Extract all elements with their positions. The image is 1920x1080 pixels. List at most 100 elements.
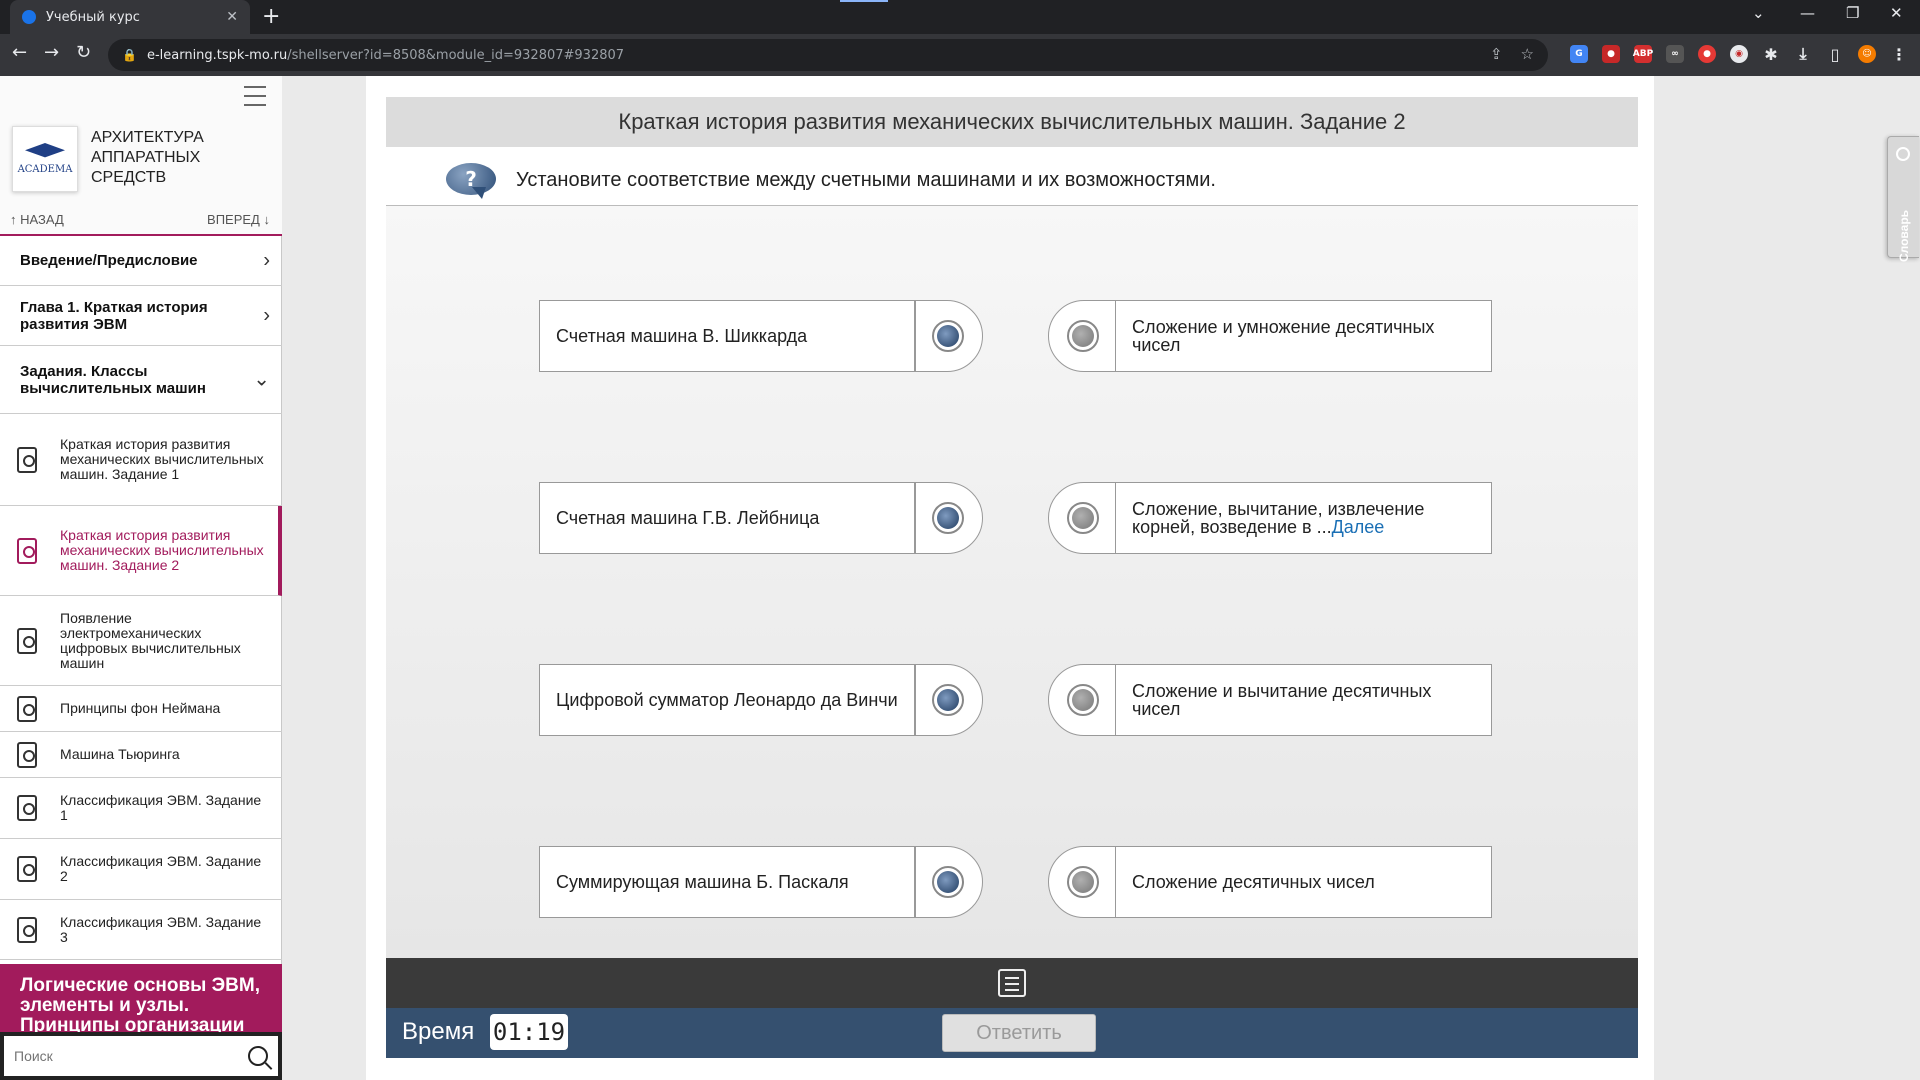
- connector-knob[interactable]: [915, 482, 983, 554]
- lock-icon: 🔒: [122, 48, 137, 62]
- record-extension-icon[interactable]: ●: [1698, 45, 1716, 63]
- course-title: Архитектура аппаратных средств: [91, 129, 204, 186]
- connector-dot-icon: [1067, 684, 1099, 716]
- menu-kebab-icon[interactable]: ⋮: [1890, 45, 1908, 64]
- connector-knob[interactable]: [915, 846, 983, 918]
- search-icon: [1896, 147, 1910, 161]
- graduation-cap-icon: [25, 143, 65, 158]
- adblock-extension-icon[interactable]: ABP: [1633, 45, 1653, 63]
- match-left-item[interactable]: Цифровой сумматор Леонардо да Винчи: [539, 664, 983, 736]
- translate-extension-icon[interactable]: G: [1570, 45, 1588, 63]
- lesson-timer-icon: [17, 695, 37, 722]
- course-sidebar: ACADEMA Архитектура аппаратных средств ↑…: [0, 76, 282, 1080]
- close-icon[interactable]: ✕: [226, 9, 238, 25]
- red-extension-icon[interactable]: ●: [1602, 45, 1620, 63]
- connector-dot-icon: [932, 502, 964, 534]
- lesson-item[interactable]: Принципы фон Неймана: [0, 686, 282, 732]
- connector-knob[interactable]: [1048, 846, 1116, 918]
- chapter-item-expanded[interactable]: Задания. Классы вычислительных машин ⌄: [0, 346, 282, 414]
- new-tab-icon[interactable]: +: [262, 4, 280, 30]
- lesson-timer-icon: [17, 916, 37, 943]
- tab-search-icon[interactable]: ⌄: [1752, 4, 1765, 22]
- forward-arrow-icon[interactable]: →: [44, 42, 59, 63]
- share-icon[interactable]: ⇪: [1490, 45, 1503, 63]
- notes-bar: [386, 958, 1638, 1008]
- circle-extension-icon[interactable]: ◉: [1730, 45, 1748, 63]
- lesson-timer-icon: [17, 856, 37, 882]
- browser-toolbar: ← → ↻ 🔒 e-learning.tspk-mo.ru/shellserve…: [0, 34, 1920, 76]
- lesson-item[interactable]: Классификация ЭВМ. Задание 3: [0, 900, 282, 960]
- minimize-icon[interactable]: —: [1800, 4, 1815, 22]
- connector-knob[interactable]: [1048, 482, 1116, 554]
- site-favicon-icon: [22, 10, 36, 24]
- profile-avatar[interactable]: ☺: [1858, 45, 1876, 63]
- arrow-down-icon: ↓: [259, 212, 270, 227]
- glossary-tab[interactable]: Словарь: [1887, 136, 1919, 262]
- match-left-item[interactable]: Суммирующая машина Б. Паскаля: [539, 846, 983, 918]
- lesson-item[interactable]: Классификация ЭВМ. Задание 1: [0, 778, 282, 839]
- download-indicator: [840, 0, 888, 2]
- bookmark-star-icon[interactable]: ☆: [1521, 45, 1534, 63]
- search-icon[interactable]: [248, 1046, 268, 1066]
- tab-title: Учебный курс: [46, 9, 140, 25]
- back-arrow-icon[interactable]: ←: [12, 42, 27, 63]
- hamburger-menu-icon[interactable]: [244, 86, 266, 106]
- browser-tabbar: Учебный курс ✕ + ⌄ — ❐ ✕: [0, 0, 1920, 34]
- connector-dot-icon: [1067, 502, 1099, 534]
- connector-knob[interactable]: [915, 664, 983, 736]
- connector-dot-icon: [932, 684, 964, 716]
- matching-area: Счетная машина В. Шиккарда Счетная машин…: [386, 206, 1638, 960]
- browser-tab[interactable]: Учебный курс ✕: [10, 0, 250, 34]
- chevron-down-icon: ⌄: [253, 368, 270, 390]
- lesson-item[interactable]: Появление электромеханических цифровых в…: [0, 596, 282, 686]
- notes-icon[interactable]: [998, 969, 1026, 997]
- match-left-item[interactable]: Счетная машина В. Шиккарда: [539, 300, 983, 372]
- connector-knob[interactable]: [1048, 300, 1116, 372]
- chapter-item[interactable]: Введение/Предисловие ›: [0, 236, 282, 286]
- course-menu: Введение/Предисловие › Глава 1. Краткая …: [0, 236, 282, 960]
- nav-next-button[interactable]: ВПЕРЕД ↓: [207, 212, 270, 227]
- more-link[interactable]: Далее: [1332, 517, 1385, 537]
- search-input[interactable]: [14, 1048, 248, 1064]
- academia-logo: ACADEMA: [12, 126, 78, 192]
- chevron-right-icon: ›: [263, 249, 270, 271]
- lesson-timer-icon: [17, 627, 37, 654]
- match-right-item[interactable]: Сложение и вычитание десятичных чисел: [1048, 664, 1494, 736]
- connector-dot-icon: [932, 320, 964, 352]
- side-panel-icon[interactable]: ▯: [1826, 45, 1844, 64]
- time-label: Время: [402, 1018, 475, 1045]
- download-icon[interactable]: ⤓: [1794, 44, 1812, 63]
- lesson-timer-icon: [17, 795, 37, 821]
- match-right-item[interactable]: Сложение и умножение десятичных чисел: [1048, 300, 1494, 372]
- chapter-item[interactable]: Глава 1. Краткая история развития ЭВМ ›: [0, 286, 282, 346]
- lesson-timer-icon: [17, 446, 37, 473]
- lesson-timer-icon: [17, 537, 37, 564]
- match-left-item[interactable]: Счетная машина Г.В. Лейбница: [539, 482, 983, 554]
- match-right-item[interactable]: Сложение, вычитание, извлечение корней, …: [1048, 482, 1494, 554]
- lesson-item[interactable]: Классификация ЭВМ. Задание 2: [0, 839, 282, 900]
- answer-bar: Время 01:19 Ответить: [386, 1008, 1638, 1058]
- window-close-icon[interactable]: ✕: [1890, 4, 1903, 22]
- lesson-timer-icon: [17, 741, 37, 768]
- connector-knob[interactable]: [915, 300, 983, 372]
- nav-prev-button[interactable]: ↑ НАЗАД: [10, 212, 64, 227]
- reload-icon[interactable]: ↻: [76, 42, 91, 63]
- task-panel: Краткая история развития механических вы…: [366, 76, 1654, 1080]
- address-bar[interactable]: 🔒 e-learning.tspk-mo.ru/shellserver?id=8…: [108, 39, 1548, 71]
- question-bubble-icon: ?: [446, 162, 496, 199]
- puzzle-icon[interactable]: ✱: [1762, 45, 1780, 64]
- task-title: Краткая история развития механических вы…: [386, 97, 1638, 147]
- match-right-item[interactable]: Сложение десятичных чисел: [1048, 846, 1494, 918]
- glasses-extension-icon[interactable]: ∞: [1666, 45, 1684, 63]
- answer-button[interactable]: Ответить: [942, 1014, 1096, 1052]
- lesson-item-active[interactable]: Краткая история развития механических вы…: [0, 506, 282, 596]
- chevron-right-icon: ›: [263, 304, 270, 326]
- question-row: ? Установите соответствие между счетными…: [386, 156, 1638, 206]
- restore-icon[interactable]: ❐: [1846, 4, 1859, 22]
- sidebar-header: ACADEMA Архитектура аппаратных средств ↑…: [0, 76, 282, 236]
- connector-dot-icon: [1067, 320, 1099, 352]
- timer-value: 01:19: [490, 1014, 568, 1050]
- lesson-item[interactable]: Краткая история развития механических вы…: [0, 414, 282, 506]
- connector-knob[interactable]: [1048, 664, 1116, 736]
- lesson-item[interactable]: Машина Тьюринга: [0, 732, 282, 778]
